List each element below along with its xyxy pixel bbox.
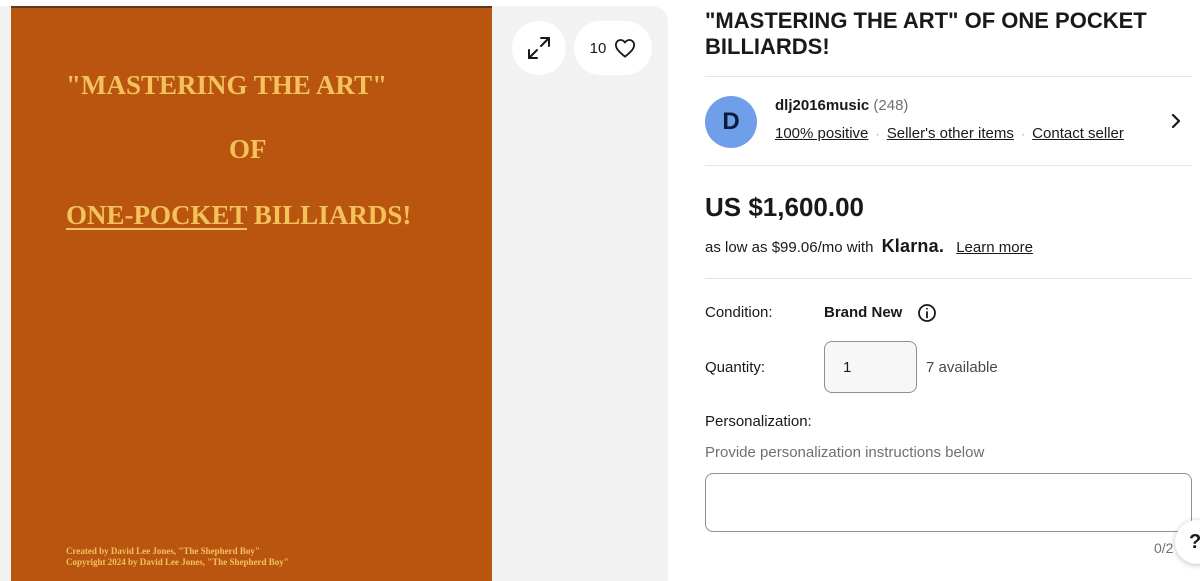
seller-feedback-score: (248): [873, 97, 909, 114]
divider: [705, 76, 1192, 77]
expand-image-button[interactable]: [512, 21, 566, 75]
cover-title-underlined: ONE-POCKET: [66, 200, 248, 230]
cover-title-rest: BILLIARDS!: [247, 200, 412, 230]
cover-title-line3: ONE-POCKET BILLIARDS!: [66, 200, 411, 231]
klarna-logo: Klarna.: [881, 236, 945, 256]
seller-other-items-link[interactable]: Seller's other items: [887, 125, 1014, 142]
expand-icon: [528, 37, 550, 59]
financing-info: as low as $99.06/mo with Klarna. Learn m…: [705, 236, 1033, 257]
separator: ·: [1021, 127, 1025, 141]
separator: ·: [875, 127, 880, 141]
cover-credit-copyright: Copyright 2024 by David Lee Jones, "The …: [66, 557, 289, 567]
product-image[interactable]: "MASTERING THE ART" OF ONE-POCKET BILLIA…: [11, 6, 492, 581]
heart-icon: [615, 39, 636, 58]
divider: [705, 165, 1192, 166]
quantity-label: Quantity:: [705, 359, 766, 376]
cover-credit-created: Created by David Lee Jones, "The Shepher…: [66, 546, 260, 556]
cover-title-line1: "MASTERING THE ART": [66, 70, 388, 100]
seller-info: dlj2016music (248): [775, 97, 908, 114]
personalization-input[interactable]: [705, 473, 1192, 532]
seller-links: 100% positive · Seller's other items · C…: [775, 125, 1124, 142]
seller-chevron-button[interactable]: [1167, 108, 1185, 134]
personalization-help: Provide personalization instructions bel…: [705, 444, 985, 461]
quantity-input[interactable]: [824, 341, 917, 393]
cover-title-line2: OF: [229, 134, 267, 164]
contact-seller-link[interactable]: Contact seller: [1032, 125, 1124, 142]
condition-label: Condition:: [705, 304, 773, 321]
price: US $1,600.00: [705, 192, 865, 222]
watch-button[interactable]: 10: [574, 21, 652, 75]
listing-title: "MASTERING THE ART" OF ONE POCKET BILLIA…: [705, 8, 1147, 59]
info-icon[interactable]: [917, 303, 937, 323]
watch-count: 10: [589, 39, 607, 57]
chevron-right-icon: [1171, 113, 1181, 129]
financing-text: as low as $99.06/mo with: [705, 239, 874, 256]
divider: [705, 278, 1192, 279]
learn-more-link[interactable]: Learn more: [956, 239, 1033, 256]
seller-avatar[interactable]: D: [705, 96, 757, 148]
personalization-label: Personalization:: [705, 413, 812, 430]
condition-value: Brand New: [824, 304, 903, 321]
seller-positive-link[interactable]: 100% positive: [775, 125, 868, 142]
quantity-available: 7 available: [926, 359, 998, 376]
seller-name[interactable]: dlj2016music: [775, 97, 869, 114]
character-counter: 0/2: [1154, 540, 1174, 556]
